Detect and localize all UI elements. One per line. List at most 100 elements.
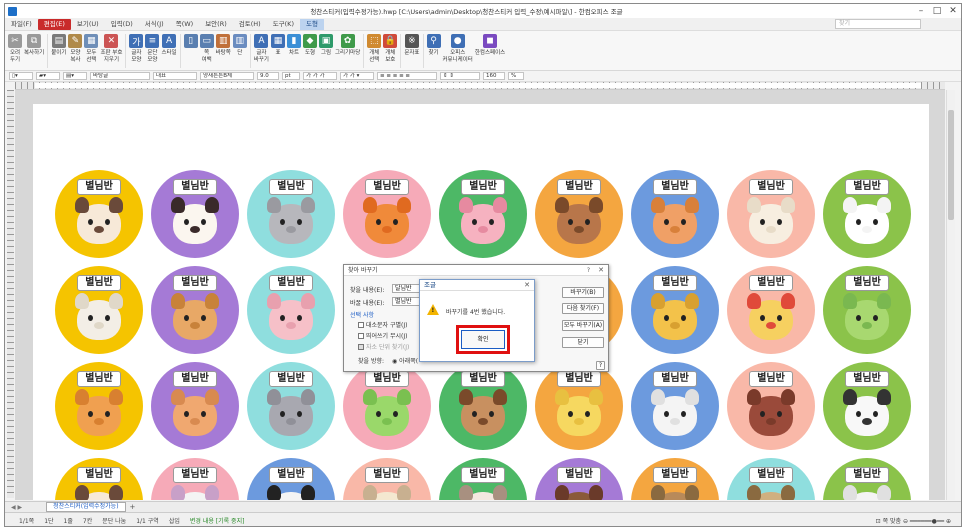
ribbon-button[interactable]: ▭ 쪽 여백 [199,31,214,63]
alert-close-icon[interactable]: ✕ [524,280,530,291]
sticker[interactable]: 별님반 [823,362,911,450]
style-select[interactable]: 바탕글 [90,72,150,80]
sticker[interactable]: 별님반 [55,266,143,354]
quick-save-button[interactable]: ▤▾ [63,72,87,80]
sticker[interactable]: 별님반 [343,170,431,258]
sticker[interactable]: 별님반 [151,170,239,258]
ok-button[interactable]: 확인 [461,330,505,349]
menu-item[interactable]: 편집(E) [37,18,71,30]
direction-radio[interactable]: ◉ 아래쪽( [392,356,418,365]
ribbon-button[interactable]: 🔒 개체 보호 [383,31,398,63]
zoom-control[interactable]: ⊡ 쪽 맞춤 ⊖ ━━━━━━●━━ ⊕ [876,516,951,525]
vertical-ruler[interactable] [7,90,14,498]
zoom-input[interactable]: 160 [483,72,505,80]
zoom-unit-select[interactable]: % [508,72,524,80]
dialog-close-icon[interactable]: ✕ [598,265,604,276]
ribbon-button[interactable]: ≡ 문단 모양 [145,31,160,63]
ribbon-button[interactable]: ⚲ 찾기 [426,31,441,57]
ribbon-button[interactable]: A 스타일 [161,31,177,57]
sticker[interactable]: 별님반 [727,170,815,258]
ribbon-button[interactable]: ✂ 오려 두기 [8,31,22,63]
ribbon-button[interactable]: ⬚ 개체 선택 [367,31,382,63]
menu-item[interactable]: 검토(H) [233,19,267,30]
replace-button[interactable]: 바꾸기(B) [562,287,604,298]
ribbon-button[interactable]: ⧉ 복사하기 [24,31,44,57]
sticker[interactable]: 별님반 [727,266,815,354]
font-color-buttons[interactable]: 가 가 ▾ [340,72,374,80]
horizontal-ruler[interactable] [15,82,945,90]
sticker[interactable]: 별님반 [247,458,335,500]
ribbon-button[interactable]: 가 글자 모양 [129,31,144,63]
menu-item[interactable]: 서식(J) [139,19,170,30]
font-select[interactable]: 양재튼튼B체 [200,72,254,80]
sticker[interactable]: 별님반 [631,266,719,354]
sticker[interactable]: 별님반 [823,170,911,258]
help-icon[interactable]: ? [587,265,590,276]
maximize-icon[interactable]: □ [929,6,945,16]
sticker[interactable]: 별님반 [631,170,719,258]
find-next-button[interactable]: 다음 찾기(F) [562,303,604,314]
sticker[interactable]: 별님반 [439,458,527,500]
menu-item[interactable]: 입력(D) [105,19,139,30]
ribbon-button[interactable]: ▣ 그림 [319,31,333,57]
sticker[interactable]: 별님반 [343,458,431,500]
ribbon-button[interactable]: ✎ 모양 복사 [68,31,83,63]
case-checkbox[interactable]: 대소문자 구별(J) [358,320,407,329]
menu-item[interactable]: 파일(F) [5,19,38,30]
ribbon-button[interactable]: ▦ 표 [271,31,285,57]
menu-item[interactable]: 도구(K) [267,19,300,30]
menu-item[interactable]: 도형 [299,18,324,30]
sticker[interactable]: 별님반 [151,458,239,500]
quick-new-button[interactable]: ▯▾ [9,72,33,80]
dialog-close-button[interactable]: 닫기 [562,337,604,348]
sticker[interactable]: 별님반 [343,362,431,450]
sticker[interactable]: 별님반 [631,362,719,450]
bold-italic-buttons[interactable]: 가 가 가 [303,72,337,80]
find-input[interactable]: 달님반 [392,284,420,293]
replace-input[interactable]: 별님반 [392,297,420,306]
small-help-button[interactable]: ? [596,361,605,370]
ribbon-button[interactable]: ▥ 단 [232,31,247,57]
sticker[interactable]: 별님반 [439,362,527,450]
ribbon-button[interactable]: ◼ 한컴스페이스 [475,31,505,57]
sticker[interactable]: 별님반 [535,170,623,258]
ribbon-button[interactable]: ▥ 바탕쪽 [216,31,231,57]
ribbon-button[interactable]: ✿ 그리기마당 [335,31,360,57]
line-spacing-buttons[interactable]: ⇕ ⇕ [440,72,480,80]
tab-document[interactable]: 청찬스티커(입력수정가능) [46,502,126,512]
search-input[interactable]: 찾기 [835,19,921,29]
tab-nav-icon[interactable]: ◀ ▶ [11,504,22,511]
sticker[interactable]: 별님반 [439,170,527,258]
sticker[interactable]: 별님반 [55,170,143,258]
menu-item[interactable]: 보기(U) [71,19,105,30]
sticker[interactable]: 별님반 [247,266,335,354]
sticker[interactable]: 별님반 [823,266,911,354]
ribbon-button[interactable]: A 글자 바꾸기 [254,31,269,63]
ribbon-button[interactable]: ※ 문자표 [404,31,420,57]
sticker[interactable]: 별님반 [151,266,239,354]
sticker[interactable]: 별님반 [55,362,143,450]
add-tab-icon[interactable]: + [130,503,136,511]
sticker[interactable]: 별님반 [631,458,719,500]
ribbon-button[interactable]: ▮ 차트 [287,31,301,57]
vertical-scrollbar[interactable] [946,90,955,500]
sticker[interactable]: 별님반 [823,458,911,500]
minimize-icon[interactable]: – [913,6,929,16]
change-tracking-status[interactable]: 변경 내용 [기록 중지] [190,516,245,525]
sticker[interactable]: 별님반 [535,362,623,450]
font-unit-select[interactable]: pt [282,72,300,80]
font-size-input[interactable]: 9.0 [257,72,279,80]
space-checkbox[interactable]: 띄어쓰기 무시(J) [358,331,407,340]
whole-checkbox[interactable]: 자소 단위 찾기(J) [358,342,409,351]
ribbon-button[interactable]: ◆ 도형 [303,31,317,57]
close-icon[interactable]: ✕ [945,6,961,16]
align-buttons[interactable]: ≡ ≡ ≡ ≡ ≡ [377,72,437,80]
quick-open-button[interactable]: ▰▾ [36,72,60,80]
menu-item[interactable]: 보안(R) [199,19,233,30]
ribbon-button[interactable]: ✕ 조판 부호 지우기 [100,31,122,63]
scrollbar-thumb[interactable] [948,110,954,220]
sticker[interactable]: 별님반 [247,362,335,450]
ribbon-button[interactable]: ▤ 붙이기 [51,31,66,57]
replace-all-button[interactable]: 모두 바꾸기(A) [562,320,604,331]
sticker[interactable]: 별님반 [535,458,623,500]
